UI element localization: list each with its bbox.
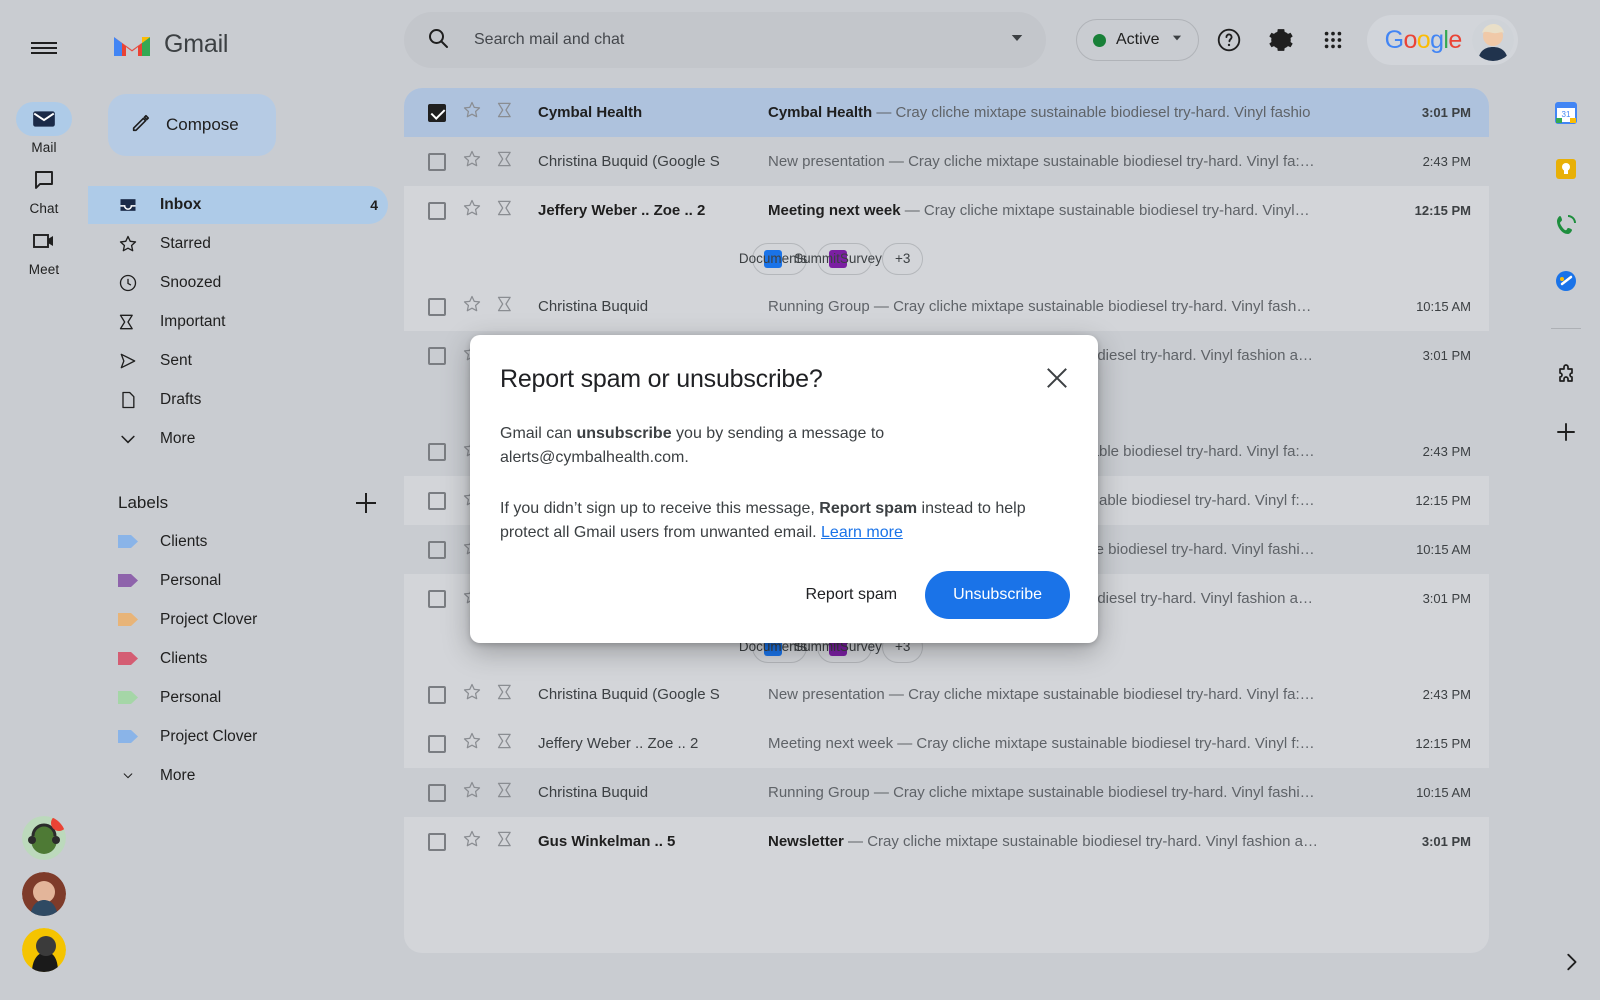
close-icon[interactable] <box>1042 363 1072 393</box>
learn-more-link[interactable]: Learn more <box>821 524 903 541</box>
dialog-body-2: If you didn’t sign up to receive this me… <box>500 497 1064 545</box>
report-spam-dialog: Report spam or unsubscribe? Gmail can un… <box>470 335 1098 643</box>
dialog-actions: Report spam Unsubscribe <box>787 571 1070 619</box>
body2-pre: If you didn’t sign up to receive this me… <box>500 500 819 517</box>
unsubscribe-button[interactable]: Unsubscribe <box>925 571 1070 619</box>
gmail-app: Mail Chat Meet <box>0 0 1600 1000</box>
body1-pre: Gmail can <box>500 425 576 442</box>
report-spam-button[interactable]: Report spam <box>787 574 915 616</box>
dialog-body-1: Gmail can unsubscribe you by sending a m… <box>500 422 1064 470</box>
body2-bold: Report spam <box>819 500 917 517</box>
dialog-title: Report spam or unsubscribe? <box>500 365 1064 394</box>
body1-bold: unsubscribe <box>576 425 671 442</box>
